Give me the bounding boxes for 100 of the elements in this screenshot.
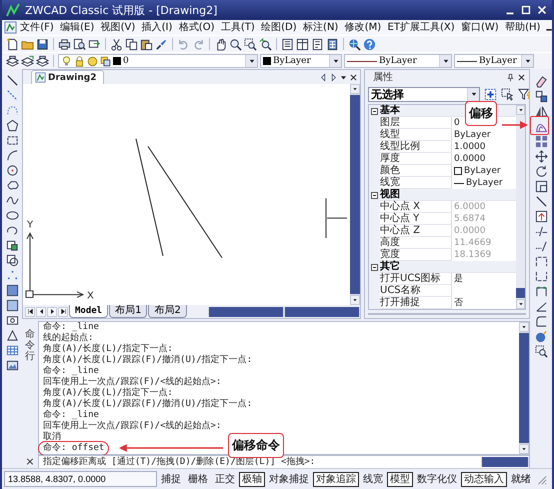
scrollbar-thumb[interactable]: [516, 288, 525, 298]
close-icon[interactable]: [517, 72, 526, 82]
ellipse-icon[interactable]: [6, 209, 18, 222]
status-toggle[interactable]: 正交: [212, 472, 238, 486]
status-toggle[interactable]: 数字化仪: [414, 472, 460, 486]
property-value[interactable]: 是: [454, 274, 463, 284]
mirror-icon[interactable]: [534, 105, 548, 118]
triangle-left-icon[interactable]: [319, 72, 328, 82]
menu-item[interactable]: 绘图(D): [258, 20, 300, 34]
nav-button[interactable]: [25, 306, 35, 316]
menu-item[interactable]: 视图(V): [97, 20, 138, 34]
arc-icon[interactable]: [6, 149, 18, 162]
wave-icon[interactable]: [6, 194, 18, 207]
expand-toggle[interactable]: [371, 108, 378, 114]
property-value[interactable]: 0.0000: [454, 154, 486, 164]
pentagon-icon[interactable]: [6, 119, 18, 132]
property-value[interactable]: ByLayer: [454, 130, 491, 140]
expand-toggle[interactable]: [371, 192, 378, 198]
status-toggle[interactable]: 对象捕捉: [266, 472, 312, 486]
property-value[interactable]: ByLayer: [464, 166, 501, 176]
menu-item[interactable]: 帮助(H): [502, 20, 544, 34]
linetype-dropdown[interactable]: ByLayer: [344, 54, 452, 68]
nested-squares-icon[interactable]: [534, 180, 548, 193]
rotate-icon[interactable]: [534, 165, 548, 178]
square-overlap-icon[interactable]: [6, 239, 18, 252]
maximize-icon[interactable]: [520, 4, 532, 16]
clipboard-icon[interactable]: [140, 38, 153, 50]
triangle-right-icon[interactable]: [329, 72, 338, 82]
angle-icon[interactable]: [534, 300, 548, 313]
calculator-icon[interactable]: [326, 38, 339, 50]
shaded-square-icon[interactable]: [6, 299, 18, 312]
floppy-icon[interactable]: [36, 38, 49, 50]
property-value[interactable]: 1.0000: [454, 142, 486, 152]
menu-item[interactable]: 编辑(E): [56, 20, 98, 34]
vertical-scrollbar[interactable]: [516, 105, 525, 309]
document-icon[interactable]: [281, 38, 294, 50]
rectangle-icon[interactable]: [6, 134, 18, 147]
panels-icon[interactable]: [296, 38, 309, 50]
status-toggle[interactable]: 捕捉: [158, 472, 184, 486]
status-toggle[interactable]: 动态输入: [461, 472, 507, 486]
status-toggle[interactable]: 线宽: [360, 472, 386, 486]
nav-button[interactable]: [36, 306, 46, 316]
horizontal-scrollbar[interactable]: [481, 456, 529, 466]
menu-item[interactable]: ET扩展工具(X): [384, 20, 458, 34]
brush-icon[interactable]: [155, 38, 168, 50]
grid-squares-icon[interactable]: [534, 135, 548, 148]
lineweight-dropdown[interactable]: ByLayer: [454, 54, 534, 68]
two-squares-icon[interactable]: [534, 90, 548, 103]
status-toggle[interactable]: 对象追踪: [313, 472, 359, 486]
property-value[interactable]: 否: [454, 298, 463, 308]
square-circle-icon[interactable]: [6, 254, 18, 267]
scissors-icon[interactable]: [110, 38, 123, 50]
magnifier-icon[interactable]: [229, 38, 242, 50]
document-tab[interactable]: Drawing2: [31, 70, 104, 84]
camera-icon[interactable]: [6, 314, 18, 327]
bomb-icon[interactable]: [534, 330, 548, 343]
expand-toggle[interactable]: [371, 264, 378, 270]
funnel-icon[interactable]: [518, 88, 531, 100]
window-close-icon[interactable]: [536, 4, 548, 16]
menu-item[interactable]: 窗口(W): [458, 20, 502, 34]
layers-icon[interactable]: [6, 54, 19, 68]
menu-item[interactable]: 文件(F): [17, 20, 57, 34]
filled-square-icon[interactable]: [6, 284, 18, 297]
layers-icon[interactable]: [36, 54, 49, 68]
menu-item[interactable]: 插入(I): [138, 20, 176, 34]
rounded-corner-icon[interactable]: [534, 315, 548, 328]
nav-button[interactable]: [58, 306, 68, 316]
circle-icon[interactable]: [6, 164, 18, 177]
resize-grip-icon[interactable]: [535, 473, 547, 485]
drawing-logo-icon[interactable]: [4, 21, 17, 34]
move-icon[interactable]: [534, 150, 548, 163]
picture-icon[interactable]: [6, 359, 18, 372]
new-page-icon[interactable]: [6, 38, 19, 50]
page-magnifier-icon[interactable]: [73, 38, 86, 50]
nav-button[interactable]: [47, 306, 57, 316]
vertical-scrollbar[interactable]: [350, 84, 360, 305]
status-toggle[interactable]: 栅格: [185, 472, 211, 486]
menu-item[interactable]: 修改(M): [342, 20, 384, 34]
vertical-scrollbar[interactable]: [519, 322, 529, 454]
printer-icon[interactable]: [58, 38, 71, 50]
magnifier-window-icon[interactable]: [534, 345, 548, 358]
boxed-arrow-icon[interactable]: [534, 210, 548, 223]
layers-arrow-icon[interactable]: [21, 54, 34, 68]
dots-icon[interactable]: [6, 269, 18, 282]
menu-item[interactable]: 格式(O): [176, 20, 218, 34]
color-dropdown[interactable]: ByLayer: [260, 54, 342, 68]
layout-tab[interactable]: Model: [69, 305, 108, 318]
globe-magnifier-icon[interactable]: [348, 38, 361, 50]
diagonal-line-icon[interactable]: [534, 195, 548, 208]
cursor-square-icon[interactable]: [501, 88, 514, 100]
scroll-icon[interactable]: [311, 38, 324, 50]
table-icon[interactable]: [6, 344, 18, 357]
broken-line-icon[interactable]: [534, 225, 548, 238]
bracket-down-icon[interactable]: [534, 270, 548, 283]
dashed-slash-icon[interactable]: [534, 240, 548, 253]
joined-ends-icon[interactable]: [534, 285, 548, 298]
status-toggle[interactable]: 极轴: [239, 472, 265, 486]
magnifier-window-icon[interactable]: [244, 38, 257, 50]
status-toggle[interactable]: 模型: [387, 472, 413, 486]
menu-item[interactable]: 标注(N): [300, 20, 342, 34]
